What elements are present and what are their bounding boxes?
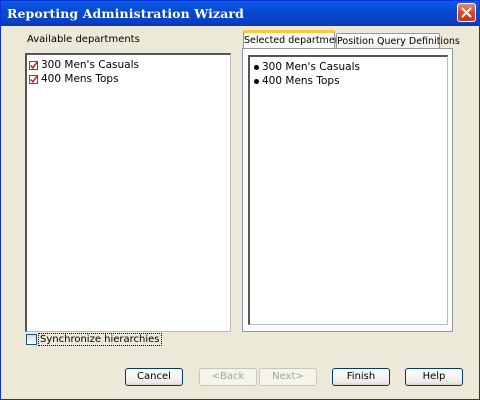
tab-label: Selected departments	[244, 35, 350, 46]
available-departments-label: Available departments	[27, 34, 140, 45]
checked-checkbox-icon[interactable]	[29, 60, 38, 70]
list-item-label: 400 Mens Tops	[41, 73, 119, 85]
list-item[interactable]: 400 Mens Tops	[29, 72, 119, 86]
title-bar[interactable]: Reporting Administration Wizard	[1, 1, 479, 26]
wizard-window: Reporting Administration Wizard Availabl…	[0, 0, 480, 400]
list-item-label: 300 Men's Casuals	[262, 61, 360, 73]
tab-selected-departments[interactable]: Selected departments	[243, 30, 349, 50]
tab-label: Position Query Definitions	[337, 36, 460, 47]
next-button[interactable]: Next>	[259, 368, 317, 386]
selected-departments-list[interactable]: 300 Men's Casuals 400 Mens Tops	[248, 55, 448, 325]
help-button[interactable]: Help	[405, 368, 463, 386]
close-icon	[461, 7, 472, 18]
list-item[interactable]: 300 Men's Casuals	[29, 58, 139, 72]
synchronize-hierarchies-checkbox[interactable]	[26, 334, 37, 345]
synchronize-hierarchies-label[interactable]: Synchronize hierarchies	[38, 333, 162, 346]
close-button[interactable]	[457, 3, 476, 22]
tab-panel: 300 Men's Casuals 400 Mens Tops	[242, 48, 453, 332]
bullet-icon	[254, 78, 259, 84]
back-button[interactable]: <Back	[199, 368, 257, 386]
finish-button[interactable]: Finish	[332, 368, 390, 386]
list-item-label: 400 Mens Tops	[262, 75, 340, 87]
list-item-label: 300 Men's Casuals	[41, 59, 139, 71]
window-title: Reporting Administration Wizard	[7, 6, 244, 21]
bullet-icon	[254, 64, 259, 70]
available-departments-list[interactable]: 300 Men's Casuals 400 Mens Tops	[25, 53, 231, 332]
list-item[interactable]: 400 Mens Tops	[252, 74, 340, 88]
checked-checkbox-icon[interactable]	[29, 74, 38, 84]
cancel-button[interactable]: Cancel	[125, 368, 183, 386]
list-item[interactable]: 300 Men's Casuals	[252, 60, 360, 74]
